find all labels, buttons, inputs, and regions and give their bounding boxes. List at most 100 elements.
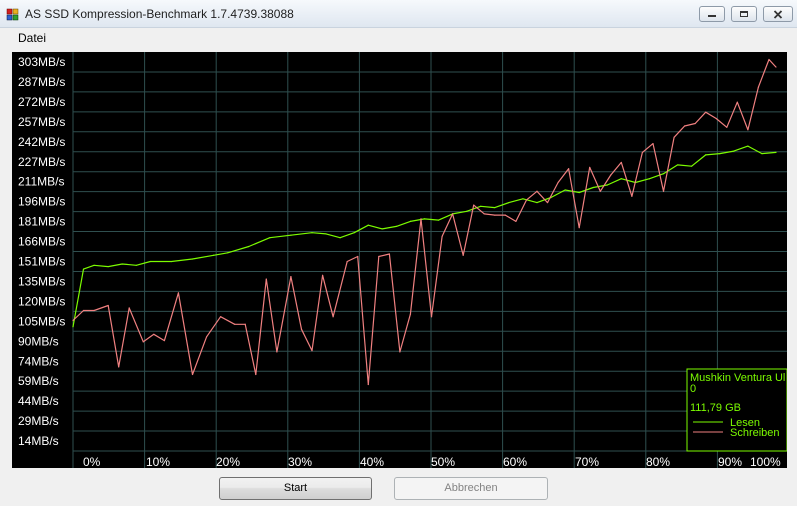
data-point-schreiben xyxy=(736,101,738,103)
data-point-schreiben xyxy=(82,309,85,312)
y-tick-label: 59MB/s xyxy=(18,374,59,388)
data-point-schreiben xyxy=(620,161,622,164)
y-tick-label: 14MB/s xyxy=(18,434,59,448)
data-point-lesen xyxy=(339,237,341,239)
data-point-schreiben xyxy=(276,351,278,353)
data-point-schreiben xyxy=(72,319,74,322)
data-point-schreiben xyxy=(768,58,770,61)
y-tick-label: 196MB/s xyxy=(18,195,65,209)
data-point-lesen xyxy=(248,245,250,248)
data-point-lesen xyxy=(466,210,468,212)
data-point-schreiben xyxy=(726,126,728,128)
y-tick-label: 44MB/s xyxy=(18,394,59,408)
data-point-schreiben xyxy=(757,86,760,88)
data-point-lesen xyxy=(423,218,426,220)
start-button[interactable]: Start xyxy=(219,477,372,500)
data-point-schreiben xyxy=(357,255,359,258)
data-point-lesen xyxy=(676,164,679,166)
chart-legend: Mushkin Ventura Ul 0 111,79 GB Lesen Sch… xyxy=(686,368,787,452)
data-point-schreiben xyxy=(715,117,717,120)
menu-bar: Datei xyxy=(0,28,797,48)
data-point-lesen xyxy=(733,150,735,152)
data-point-schreiben xyxy=(483,213,485,215)
data-point-schreiben xyxy=(515,220,517,222)
data-point-schreiben xyxy=(153,333,155,335)
y-tick-label: 303MB/s xyxy=(18,55,65,69)
x-tick-label: 10% xyxy=(146,455,170,468)
x-tick-label: 90% xyxy=(718,455,742,468)
x-tick-label: 0% xyxy=(83,455,101,468)
data-point-lesen xyxy=(578,191,580,194)
data-point-lesen xyxy=(311,232,313,234)
chart-canvas: 303MB/s 287MB/s 272MB/s 257MB/s 242MB/s 227MB… xyxy=(18,52,787,468)
data-point-schreiben xyxy=(599,190,601,192)
title-bar[interactable]: AS SSD Kompression-Benchmark 1.7.4739.38… xyxy=(0,0,797,28)
x-tick-label: 100% xyxy=(750,455,781,468)
data-point-lesen xyxy=(620,178,622,180)
maximize-button[interactable] xyxy=(731,6,757,22)
data-point-schreiben xyxy=(107,304,109,307)
app-icon xyxy=(6,8,19,21)
data-point-lesen xyxy=(191,258,194,260)
data-point-schreiben xyxy=(409,313,412,315)
abbrechen-button[interactable]: Abbrechen xyxy=(394,477,548,500)
data-point-lesen xyxy=(381,228,383,230)
x-tick-label: 20% xyxy=(216,455,240,468)
data-point-schreiben xyxy=(494,214,496,216)
series-line-lesen xyxy=(72,145,777,327)
data-point-schreiben xyxy=(300,328,303,330)
data-point-lesen xyxy=(648,178,651,180)
data-point-schreiben xyxy=(504,214,506,216)
minimize-button[interactable] xyxy=(699,6,725,22)
data-point-schreiben xyxy=(142,341,144,343)
data-point-lesen xyxy=(480,205,482,207)
data-point-lesen xyxy=(775,151,777,153)
data-point-schreiben xyxy=(177,292,180,294)
data-point-lesen xyxy=(437,219,440,221)
data-point-lesen xyxy=(121,263,123,265)
data-point-lesen xyxy=(325,233,327,235)
data-point-schreiben xyxy=(705,111,707,113)
data-point-schreiben xyxy=(118,366,120,368)
y-tick-label: 105MB/s xyxy=(18,314,65,328)
y-tick-label: 166MB/s xyxy=(18,235,65,249)
data-point-schreiben xyxy=(430,316,433,318)
x-tick-label: 30% xyxy=(288,455,312,468)
legend-capacity: 111,79 GB xyxy=(690,402,741,414)
data-point-schreiben xyxy=(255,373,257,376)
close-button[interactable] xyxy=(763,6,793,22)
data-point-lesen xyxy=(72,326,74,328)
data-point-lesen xyxy=(135,264,137,266)
data-point-schreiben xyxy=(290,275,292,278)
data-point-schreiben xyxy=(388,253,390,255)
data-point-lesen xyxy=(395,225,397,228)
data-point-schreiben xyxy=(775,66,777,68)
data-point-schreiben xyxy=(546,201,549,204)
data-point-lesen xyxy=(564,189,566,191)
data-point-lesen xyxy=(227,252,229,254)
data-point-lesen xyxy=(606,184,608,186)
data-point-schreiben xyxy=(631,195,633,197)
menu-datei[interactable]: Datei xyxy=(18,31,46,45)
data-point-lesen xyxy=(691,165,693,167)
data-point-lesen xyxy=(367,224,369,226)
data-point-schreiben xyxy=(93,309,95,312)
data-point-schreiben xyxy=(420,218,422,220)
window-title: AS SSD Kompression-Benchmark 1.7.4739.38… xyxy=(25,7,294,21)
y-tick-label: 272MB/s xyxy=(18,95,65,109)
data-point-schreiben xyxy=(441,235,443,238)
y-tick-label: 74MB/s xyxy=(18,354,59,368)
legend-drive-suffix: 0 xyxy=(690,383,696,395)
y-tick-label: 257MB/s xyxy=(18,115,65,129)
y-tick-label: 242MB/s xyxy=(18,135,65,149)
y-tick-label: 227MB/s xyxy=(18,155,65,169)
data-point-lesen xyxy=(82,268,85,270)
x-tick-label: 50% xyxy=(431,455,455,468)
benchmark-chart: 303MB/s 287MB/s 272MB/s 257MB/s 242MB/s 227MB… xyxy=(12,52,787,468)
y-tick-label: 29MB/s xyxy=(18,414,59,428)
data-point-schreiben xyxy=(589,166,591,169)
data-point-schreiben xyxy=(367,383,369,386)
y-tick-label: 120MB/s xyxy=(18,294,65,308)
data-point-lesen xyxy=(290,234,292,236)
x-tick-label: 70% xyxy=(575,455,599,468)
